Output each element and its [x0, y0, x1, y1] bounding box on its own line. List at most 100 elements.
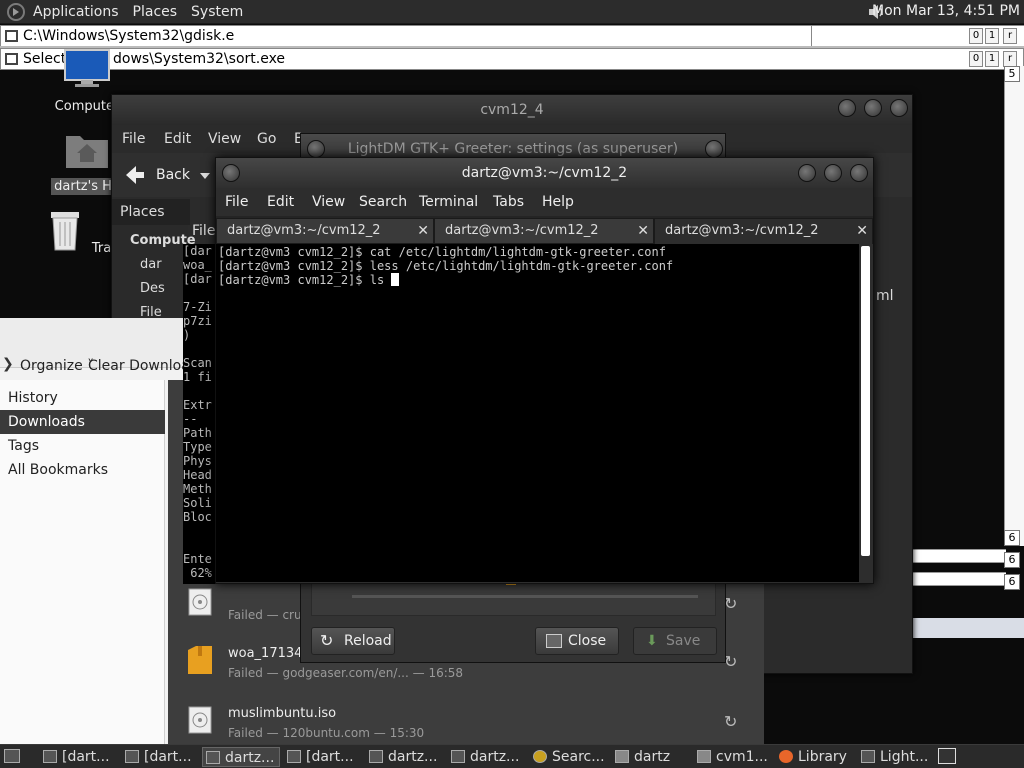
bottom-panel: [dart... [dart... dartz... [dart... dart…: [0, 744, 1024, 768]
taskbar-item[interactable]: Searc...: [530, 747, 608, 767]
sidebar-item-all-bookmarks[interactable]: All Bookmarks: [0, 458, 165, 482]
folder-icon: [697, 750, 711, 763]
taskbar-item[interactable]: Library: [776, 747, 854, 767]
close-label: Close: [568, 633, 607, 649]
menu-places[interactable]: Places: [133, 4, 178, 20]
console-minimize-button[interactable]: 0: [969, 28, 983, 44]
save-button[interactable]: ⬇ Save: [633, 627, 717, 655]
taskbar-item[interactable]: [dart...: [284, 747, 362, 767]
taskbar-item[interactable]: cvm1...: [694, 747, 772, 767]
console-minimize-button[interactable]: 0: [969, 51, 983, 67]
retry-icon[interactable]: ↻: [724, 712, 742, 731]
terminal-icon: [206, 751, 220, 764]
menu-terminal[interactable]: Terminal: [419, 194, 478, 210]
close-button[interactable]: [850, 164, 868, 182]
console-line: 62%: [183, 566, 212, 580]
tab-terminal-3[interactable]: dartz@vm3:~/cvm12_2 ✕: [654, 218, 873, 244]
retry-icon[interactable]: ↻: [724, 594, 742, 613]
menu-system[interactable]: System: [191, 4, 243, 20]
terminal-scrollbar[interactable]: [859, 244, 872, 582]
nav-arrow-icon[interactable]: ❯: [2, 356, 14, 372]
window-menu-button[interactable]: [222, 164, 240, 182]
console-line: Extr: [183, 398, 212, 412]
organize-menu[interactable]: Organize ˅: [20, 358, 94, 374]
console-title-suffix: dows\System32\sort.exe: [113, 51, 286, 67]
menu-search[interactable]: Search: [359, 194, 407, 210]
console-line: 7-Zi: [183, 300, 212, 314]
reload-button[interactable]: ↻ Reload: [311, 627, 395, 655]
workspace-switcher-icon[interactable]: [938, 748, 956, 764]
menu-edit[interactable]: Edit: [267, 194, 294, 210]
file-browser-titlebar[interactable]: cvm12_4: [112, 95, 912, 125]
minimize-button[interactable]: [838, 99, 856, 117]
home-folder-icon: [66, 136, 108, 168]
terminal-screen[interactable]: [dartz@vm3 cvm12_2]$ cat /etc/lightdm/li…: [216, 244, 859, 582]
taskbar-item[interactable]: dartz...: [366, 747, 444, 767]
places-selector[interactable]: Places: [112, 199, 190, 225]
menu-view[interactable]: View: [312, 194, 345, 210]
taskbar-item[interactable]: dartz...: [448, 747, 526, 767]
taskbar-item[interactable]: [dart...: [40, 747, 118, 767]
terminal-window[interactable]: dartz@vm3:~/cvm12_2 File Edit View Searc…: [215, 157, 874, 584]
menu-help[interactable]: Help: [542, 194, 574, 210]
menu-applications[interactable]: Applications: [33, 4, 119, 20]
close-button[interactable]: [890, 99, 908, 117]
terminal-line: [dartz@vm3 cvm12_2]$ ls: [218, 273, 392, 287]
terminal-menubar: File Edit View Search Terminal Tabs Help: [216, 188, 873, 216]
menu-tabs[interactable]: Tabs: [493, 194, 524, 210]
close-tab-icon[interactable]: ✕: [417, 223, 429, 239]
windows-console-gdisk[interactable]: C:\Windows\System32\gdisk.e 0 1 r: [0, 25, 1024, 47]
download-status: Failed — 120buntu.com — 15:30: [228, 726, 425, 740]
console-restore-button[interactable]: r: [1003, 28, 1017, 44]
save-label: Save: [666, 633, 701, 649]
windows-console-sort[interactable]: Select dows\System32\sort.exe 0 1 r: [0, 48, 1024, 70]
sidebar-item-tags[interactable]: Tags: [0, 434, 165, 458]
maximize-button[interactable]: [824, 164, 842, 182]
sidebar-item-desktop[interactable]: Des: [140, 281, 165, 296]
disc-file-icon: [188, 706, 212, 734]
menu-file[interactable]: File: [122, 131, 145, 147]
tab-terminal-1[interactable]: dartz@vm3:~/cvm12_2 ✕: [216, 218, 434, 244]
close-tab-icon[interactable]: ✕: [856, 223, 868, 239]
menu-file[interactable]: File: [225, 194, 248, 210]
menu-edit[interactable]: Edit: [164, 131, 191, 147]
top-panel: Applications Places System Mon Mar 13, 4…: [0, 0, 1024, 24]
settings-window-icon: [861, 750, 875, 763]
console-restore-button[interactable]: r: [1003, 51, 1017, 67]
close-button[interactable]: [307, 140, 325, 158]
sidebar-item-history[interactable]: History: [0, 386, 165, 410]
taskbar-item[interactable]: dartz...: [202, 747, 280, 767]
maximize-button[interactable]: [705, 140, 723, 158]
scrollbar-thumb[interactable]: [861, 246, 870, 556]
sidebar-item-home[interactable]: dar: [140, 257, 162, 272]
console-line: 1 fi: [183, 370, 212, 384]
tab-label: dartz@vm3:~/cvm12_2: [665, 223, 819, 238]
disc-file-icon: [188, 588, 212, 616]
maximize-button[interactable]: [864, 99, 882, 117]
panel-clock[interactable]: Mon Mar 13, 4:51 PM: [872, 3, 1020, 19]
trash-icon: [50, 212, 79, 251]
minimize-button[interactable]: [798, 164, 816, 182]
taskbar-item[interactable]: dartz: [612, 747, 690, 767]
menu-go[interactable]: Go: [257, 131, 276, 147]
console-maximize-button[interactable]: 1: [985, 28, 999, 44]
console-scroll-area[interactable]: [1004, 66, 1024, 546]
console-number-cell: 6: [1004, 574, 1020, 590]
reload-label: Reload: [344, 633, 392, 649]
distro-logo-icon[interactable]: [7, 2, 25, 21]
taskbar-item[interactable]: [dart...: [122, 747, 200, 767]
menu-view[interactable]: View: [208, 131, 241, 147]
show-desktop-icon[interactable]: [4, 749, 20, 763]
taskbar-item[interactable]: Light...: [858, 747, 934, 767]
retry-icon[interactable]: ↻: [724, 652, 742, 671]
chevron-down-icon[interactable]: [200, 173, 210, 179]
tab-terminal-2[interactable]: dartz@vm3:~/cvm12_2 ✕: [434, 218, 654, 244]
console-maximize-button[interactable]: 1: [985, 51, 999, 67]
terminal-titlebar[interactable]: dartz@vm3:~/cvm12_2: [216, 158, 873, 188]
back-button[interactable]: Back: [120, 163, 210, 187]
sidebar-item-downloads[interactable]: Downloads: [0, 410, 165, 434]
close-tab-icon[interactable]: ✕: [637, 223, 649, 239]
download-name: muslimbuntu.iso: [228, 706, 337, 721]
close-dialog-button[interactable]: Close: [535, 627, 619, 655]
